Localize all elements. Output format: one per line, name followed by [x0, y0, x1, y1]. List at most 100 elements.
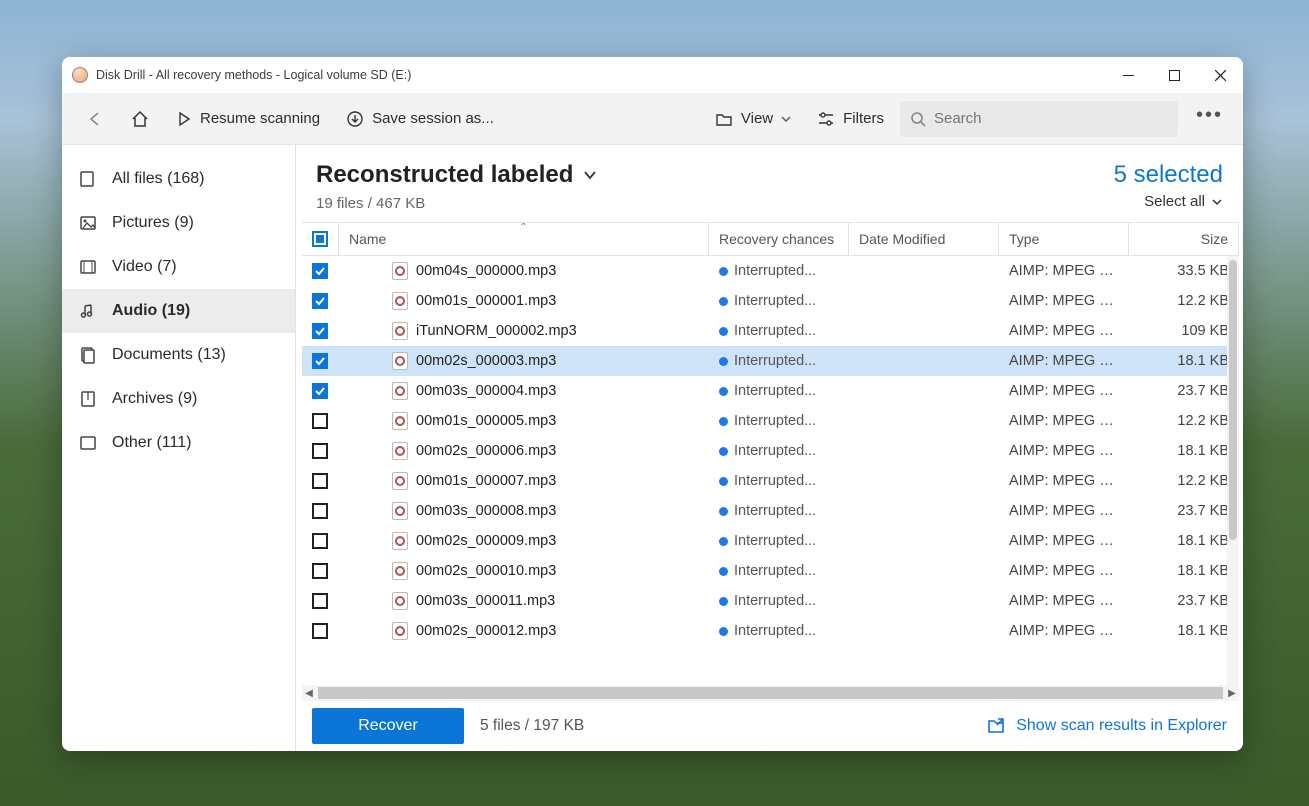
- table-row[interactable]: 00m02s_000009.mp3Interrupted...AIMP: MPE…: [302, 526, 1239, 556]
- column-date[interactable]: Date Modified: [848, 223, 998, 255]
- vertical-scrollbar[interactable]: [1227, 256, 1239, 685]
- sidebar-item-audio[interactable]: Audio (19): [62, 289, 295, 333]
- row-checkbox-cell: [302, 503, 338, 519]
- documents-icon: [78, 345, 98, 365]
- row-checkbox[interactable]: [312, 503, 328, 519]
- row-checkbox[interactable]: [312, 443, 328, 459]
- scroll-right-button[interactable]: ▶: [1225, 686, 1239, 700]
- type-cell: AIMP: MPEG La...: [999, 503, 1129, 519]
- file-name-cell: 00m02s_000006.mp3: [338, 442, 709, 460]
- category-dropdown[interactable]: Reconstructed labeled: [316, 161, 1114, 189]
- type-cell: AIMP: MPEG La...: [999, 353, 1129, 369]
- audio-icon: [78, 301, 98, 321]
- select-all-dropdown[interactable]: Select all: [1114, 193, 1223, 210]
- table-row[interactable]: 00m02s_000003.mp3Interrupted...AIMP: MPE…: [302, 346, 1239, 376]
- recover-button[interactable]: Recover: [312, 708, 464, 744]
- view-dropdown[interactable]: View: [705, 104, 801, 134]
- table-row[interactable]: 00m04s_000000.mp3Interrupted...AIMP: MPE…: [302, 256, 1239, 286]
- file-name-cell: iTunNORM_000002.mp3: [338, 322, 709, 340]
- row-checkbox[interactable]: [312, 383, 328, 399]
- back-button[interactable]: [76, 104, 114, 134]
- search-box[interactable]: [900, 101, 1178, 137]
- table-row[interactable]: 00m02s_000006.mp3Interrupted...AIMP: MPE…: [302, 436, 1239, 466]
- status-dot-icon: [719, 597, 728, 606]
- minimize-button[interactable]: [1105, 57, 1151, 93]
- window-title: Disk Drill - All recovery methods - Logi…: [96, 68, 411, 82]
- row-checkbox[interactable]: [312, 353, 328, 369]
- sidebar-item-label: Documents (13): [112, 346, 226, 364]
- table-row[interactable]: 00m02s_000010.mp3Interrupted...AIMP: MPE…: [302, 556, 1239, 586]
- table-row[interactable]: 00m03s_000008.mp3Interrupted...AIMP: MPE…: [302, 496, 1239, 526]
- column-size[interactable]: Size: [1128, 223, 1238, 255]
- column-type[interactable]: Type: [998, 223, 1128, 255]
- chevron-down-icon: [781, 114, 791, 124]
- sidebar-item-documents[interactable]: Documents (13): [62, 333, 295, 377]
- filters-button[interactable]: Filters: [807, 104, 894, 134]
- recovery-status: Interrupted...: [734, 293, 816, 309]
- select-all-checkbox[interactable]: [312, 231, 328, 247]
- save-session-button[interactable]: Save session as...: [336, 104, 504, 134]
- size-cell: 33.5 KB: [1129, 263, 1239, 279]
- recovery-status: Interrupted...: [734, 473, 816, 489]
- home-button[interactable]: [120, 103, 160, 135]
- close-button[interactable]: [1197, 57, 1243, 93]
- chevron-down-icon: [1211, 196, 1223, 208]
- audio-file-icon: [392, 622, 408, 640]
- category-subtitle: 19 files / 467 KB: [316, 195, 1114, 212]
- selected-count: 5 selected: [1114, 161, 1223, 189]
- audio-file-icon: [392, 352, 408, 370]
- column-name-label: Name: [349, 231, 386, 247]
- file-name-cell: 00m04s_000000.mp3: [338, 262, 709, 280]
- scrollbar-thumb[interactable]: [1229, 260, 1237, 540]
- horizontal-scrollbar[interactable]: ◀ ▶: [302, 685, 1239, 701]
- sidebar-item-archives[interactable]: Archives (9): [62, 377, 295, 421]
- sort-indicator-icon: ⌃: [519, 223, 527, 233]
- maximize-button[interactable]: [1151, 57, 1197, 93]
- table-row[interactable]: 00m03s_000004.mp3Interrupted...AIMP: MPE…: [302, 376, 1239, 406]
- resume-scanning-button[interactable]: Resume scanning: [166, 104, 330, 133]
- table-row[interactable]: 00m01s_000001.mp3Interrupted...AIMP: MPE…: [302, 286, 1239, 316]
- row-checkbox[interactable]: [312, 413, 328, 429]
- status-dot-icon: [719, 507, 728, 516]
- table-row[interactable]: 00m01s_000007.mp3Interrupted...AIMP: MPE…: [302, 466, 1239, 496]
- recovery-cell: Interrupted...: [709, 533, 849, 549]
- audio-file-icon: [392, 472, 408, 490]
- recovery-status: Interrupted...: [734, 563, 816, 579]
- sidebar-item-video[interactable]: Video (7): [62, 245, 295, 289]
- row-checkbox[interactable]: [312, 623, 328, 639]
- table-row[interactable]: 00m03s_000011.mp3Interrupted...AIMP: MPE…: [302, 586, 1239, 616]
- more-icon: •••: [1196, 104, 1223, 127]
- type-cell: AIMP: MPEG La...: [999, 473, 1129, 489]
- size-cell: 23.7 KB: [1129, 383, 1239, 399]
- search-input[interactable]: [934, 110, 1168, 127]
- row-checkbox-cell: [302, 263, 338, 279]
- scrollbar-thumb[interactable]: [318, 687, 1223, 699]
- row-checkbox[interactable]: [312, 593, 328, 609]
- recovery-status: Interrupted...: [734, 263, 816, 279]
- row-checkbox[interactable]: [312, 293, 328, 309]
- table-row[interactable]: iTunNORM_000002.mp3Interrupted...AIMP: M…: [302, 316, 1239, 346]
- column-recovery[interactable]: Recovery chances: [708, 223, 848, 255]
- scroll-left-button[interactable]: ◀: [302, 686, 316, 700]
- file-name: 00m02s_000009.mp3: [416, 533, 556, 549]
- size-cell: 18.1 KB: [1129, 563, 1239, 579]
- show-in-explorer-link[interactable]: Show scan results in Explorer: [986, 716, 1227, 736]
- row-checkbox[interactable]: [312, 323, 328, 339]
- sidebar-item-pictures[interactable]: Pictures (9): [62, 201, 295, 245]
- audio-file-icon: [392, 262, 408, 280]
- table-row[interactable]: 00m02s_000012.mp3Interrupted...AIMP: MPE…: [302, 616, 1239, 646]
- other-icon: [78, 433, 98, 453]
- table-row[interactable]: 00m01s_000005.mp3Interrupted...AIMP: MPE…: [302, 406, 1239, 436]
- row-checkbox[interactable]: [312, 533, 328, 549]
- table-header: ⌃ Name Recovery chances Date Modified Ty…: [302, 222, 1239, 256]
- sidebar-item-other[interactable]: Other (111): [62, 421, 295, 465]
- row-checkbox[interactable]: [312, 473, 328, 489]
- column-name[interactable]: ⌃ Name: [338, 223, 708, 255]
- sidebar-item-all-files[interactable]: All files (168): [62, 157, 295, 201]
- type-cell: AIMP: MPEG La...: [999, 593, 1129, 609]
- more-menu-button[interactable]: •••: [1184, 98, 1229, 139]
- file-name-cell: 00m03s_000011.mp3: [338, 592, 709, 610]
- row-checkbox[interactable]: [312, 563, 328, 579]
- row-checkbox[interactable]: [312, 263, 328, 279]
- row-checkbox-cell: [302, 353, 338, 369]
